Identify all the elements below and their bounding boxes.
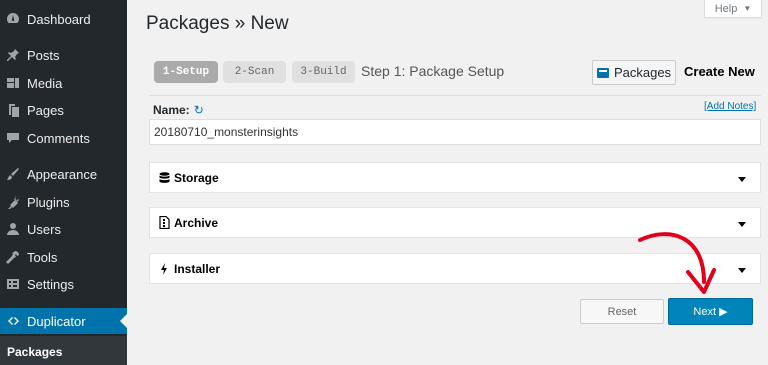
sidebar-item-settings[interactable]: Settings (0, 271, 127, 297)
packages-button[interactable]: Packages (592, 60, 676, 85)
step-build: 3-Build (292, 61, 355, 83)
sidebar-item-label: Appearance (27, 166, 98, 182)
sidebar-item-label: Tools (27, 249, 58, 265)
sidebar-item-label: Users (27, 221, 61, 237)
sidebar-item-label: Plugins (27, 194, 70, 210)
sidebar-item-label: Duplicator (27, 313, 86, 329)
plugins-icon (6, 195, 20, 209)
caret-down-icon (738, 222, 746, 227)
storage-panel[interactable]: Storage (149, 162, 761, 193)
sidebar-item-plugins[interactable]: Plugins (0, 189, 127, 215)
sidebar-item-comments[interactable]: Comments (0, 125, 127, 151)
sidebar-item-label: Settings (27, 276, 74, 292)
pin-icon (6, 48, 20, 62)
caret-down-icon (738, 177, 746, 182)
media-icon (6, 76, 20, 90)
refresh-icon[interactable]: ↻ (194, 103, 204, 117)
sidebar-item-label: Posts (27, 47, 60, 63)
admin-sidebar: Dashboard Posts Media Pages Comments App… (0, 0, 127, 365)
divider (149, 95, 761, 96)
sidebar-item-label: Dashboard (27, 11, 91, 27)
page-title: Packages » New (146, 13, 289, 34)
help-label: Help (714, 2, 738, 15)
archive-file-icon (158, 216, 170, 229)
settings-icon (6, 277, 20, 291)
archive-box-icon (596, 67, 609, 78)
duplicator-icon (6, 314, 20, 328)
database-icon (158, 171, 170, 184)
appearance-icon (6, 167, 20, 181)
pages-icon (6, 103, 20, 117)
archive-label: Archive (174, 215, 219, 230)
name-label-text: Name: (153, 103, 190, 117)
bolt-icon (158, 262, 170, 275)
current-menu-arrow (120, 314, 127, 328)
sidebar-item-dashboard[interactable]: Dashboard (0, 6, 127, 32)
package-name-input[interactable] (149, 119, 761, 145)
storage-label: Storage (174, 170, 219, 185)
dashboard-icon (6, 12, 20, 26)
duplicator-submenu: Packages (0, 336, 127, 365)
installer-label: Installer (174, 261, 221, 276)
sidebar-item-duplicator[interactable]: Duplicator (0, 308, 127, 334)
add-notes-link[interactable]: [Add Notes] (704, 101, 756, 112)
sidebar-item-posts[interactable]: Posts (0, 42, 127, 68)
name-label: Name: ↻ (153, 103, 204, 117)
tools-icon (6, 250, 20, 264)
sidebar-item-label: Comments (27, 130, 90, 146)
sidebar-item-pages[interactable]: Pages (0, 97, 127, 123)
annotation-arrow-icon (638, 232, 716, 294)
step-setup: 1-Setup (154, 61, 218, 83)
submenu-item-packages[interactable]: Packages (7, 345, 62, 359)
caret-down-icon (738, 268, 746, 273)
create-new-link[interactable]: Create New (684, 64, 755, 79)
sidebar-item-tools[interactable]: Tools (0, 244, 127, 270)
sidebar-item-label: Pages (27, 102, 64, 118)
caret-down-icon: ▼ (743, 4, 752, 13)
help-tab-button[interactable]: Help ▼ (704, 0, 762, 18)
users-icon (6, 222, 20, 236)
sidebar-item-appearance[interactable]: Appearance (0, 161, 127, 187)
sidebar-item-label: Media (27, 75, 63, 91)
sidebar-item-media[interactable]: Media (0, 70, 127, 96)
step-title: Step 1: Package Setup (361, 63, 505, 79)
sidebar-item-users[interactable]: Users (0, 216, 127, 242)
comments-icon (6, 131, 20, 145)
packages-label: Packages (613, 65, 672, 80)
step-scan: 2-Scan (223, 61, 286, 83)
